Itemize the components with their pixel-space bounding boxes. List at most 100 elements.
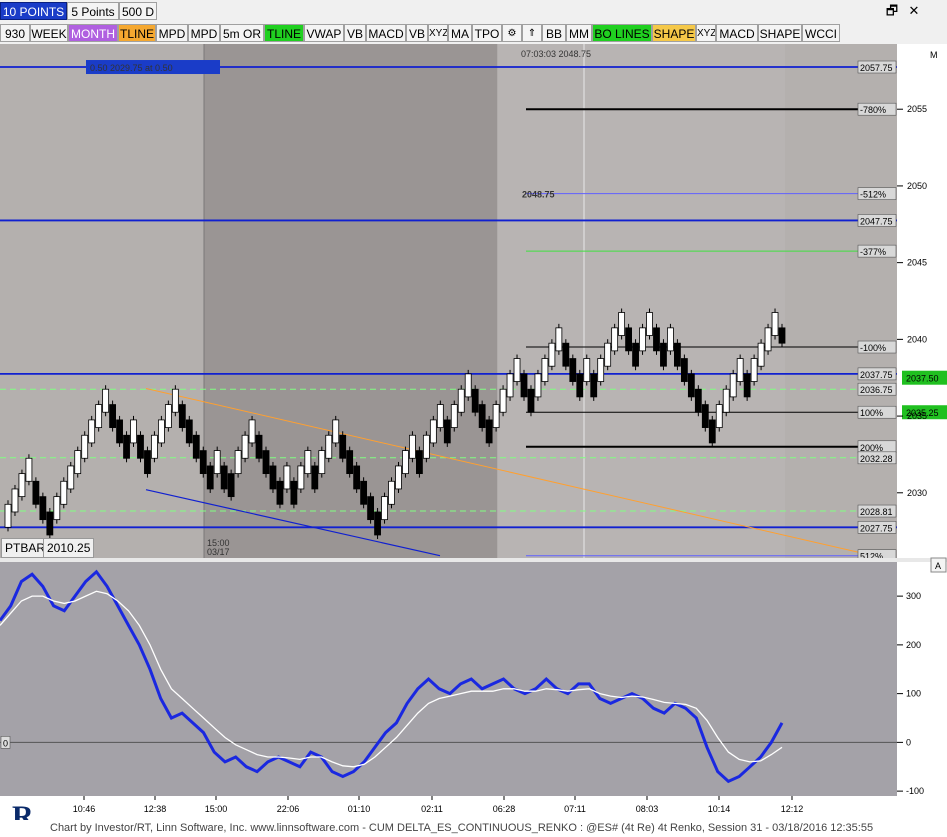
study-button-xyz-12[interactable]: XYZ <box>428 24 448 42</box>
candle-72 <box>506 373 514 398</box>
candle-56 <box>395 465 402 490</box>
study-button-macd-10[interactable]: MACD <box>366 24 406 42</box>
restore-window-icon[interactable]: 🗗 <box>884 3 900 19</box>
study-button-mpd-5[interactable]: MPD <box>188 24 220 42</box>
price-tag-6: 2037.75 <box>860 370 893 380</box>
study-button-vb-9[interactable]: VB <box>344 24 366 42</box>
candle-48 <box>339 434 347 459</box>
candle-111 <box>778 327 786 344</box>
candle-74 <box>520 373 528 398</box>
study-button-tpo-14[interactable]: TPO <box>472 24 502 42</box>
time-tick-label-4: 01:10 <box>348 804 371 814</box>
candle-40 <box>283 465 291 490</box>
candle-18 <box>130 419 137 444</box>
candle-65 <box>457 388 465 413</box>
candle-35 <box>248 419 256 444</box>
study-button-5m-or-6[interactable]: 5m OR <box>220 24 264 42</box>
candle-27 <box>192 434 200 459</box>
candle-13 <box>95 404 103 428</box>
candle-25 <box>178 404 186 428</box>
study-button---15[interactable]: ⚙ <box>502 24 522 42</box>
candle-93 <box>653 327 660 352</box>
study-button-mm-18[interactable]: MM <box>566 24 592 42</box>
candle-92 <box>646 312 653 336</box>
candle-66 <box>464 373 472 398</box>
timeframe-button-500-d-2[interactable]: 500 D <box>119 2 157 20</box>
candle-45 <box>318 450 326 475</box>
study-button-ma-13[interactable]: MA <box>448 24 472 42</box>
candle-85 <box>597 358 605 382</box>
candle-91 <box>639 327 646 352</box>
candle-10 <box>74 450 82 475</box>
study-button-tline-3[interactable]: TLINE <box>118 24 156 42</box>
price-tag-7: 2036.75 <box>860 385 893 395</box>
study-button---16[interactable]: ⇑ <box>522 24 542 42</box>
study-button-tline-7[interactable]: TLINE <box>264 24 304 42</box>
price-tick-label-3: 2045 <box>907 258 927 268</box>
candle-107 <box>750 358 758 382</box>
candle-59 <box>416 450 423 475</box>
price-tag-11: 2028.81 <box>860 507 893 517</box>
candle-87 <box>611 327 619 352</box>
candle-42 <box>297 465 305 490</box>
price-tag-2: -512% <box>860 190 886 200</box>
price-tick-label-5: 2055 <box>907 104 927 114</box>
candle-2 <box>18 473 26 498</box>
osc-panel-label: A <box>935 561 941 571</box>
close-window-icon[interactable]: ✕ <box>906 3 922 19</box>
study-button-930-0[interactable]: 930 <box>0 24 30 42</box>
candle-34 <box>241 434 249 459</box>
candle-89 <box>625 327 632 352</box>
study-button-bb-17[interactable]: BB <box>542 24 566 42</box>
candle-49 <box>346 450 354 475</box>
price-tag-4: -377% <box>860 247 886 257</box>
price-tag-3: 2047.75 <box>860 216 893 226</box>
candle-109 <box>764 327 772 352</box>
candle-108 <box>757 342 765 367</box>
candle-90 <box>632 342 639 367</box>
candle-106 <box>743 373 751 398</box>
candle-3 <box>25 457 33 482</box>
candle-78 <box>548 342 556 367</box>
timeframe-button-10-points-0[interactable]: 10 POINTS <box>0 2 67 20</box>
candle-73 <box>513 358 521 382</box>
crosshair-label: 07:03:03 2048.75 <box>521 49 591 59</box>
timeframe-button-5-points-1[interactable]: 5 Points <box>67 2 119 20</box>
candle-20 <box>144 450 151 475</box>
oscillator-pane-background[interactable] <box>0 562 897 796</box>
study-button-week-1[interactable]: WEEK <box>30 24 68 42</box>
candle-14 <box>102 388 110 413</box>
candle-57 <box>402 450 409 475</box>
candle-94 <box>660 342 667 367</box>
candle-33 <box>234 450 242 475</box>
candle-70 <box>492 404 500 428</box>
study-button-shape-23[interactable]: SHAPE <box>758 24 802 42</box>
study-button-mpd-4[interactable]: MPD <box>156 24 188 42</box>
time-tick-label-5: 02:11 <box>421 804 443 814</box>
price-tag-9: 200% <box>860 443 883 453</box>
chart-area[interactable]: 0.50 2029.75 at 0.50 07:03:03 2048.75 2048… <box>0 44 947 820</box>
study-button-wcci-24[interactable]: WCCI <box>802 24 840 42</box>
study-button-vb-11[interactable]: VB <box>406 24 428 42</box>
osc-tick-label-3: 200 <box>906 640 921 650</box>
study-button-xyz-21[interactable]: XYZ <box>696 24 716 42</box>
candle-61 <box>429 419 437 444</box>
price-pane-menu-label: M <box>930 50 938 60</box>
time-tick-label-7: 07:11 <box>564 804 586 814</box>
osc-tick-label-1: 0 <box>906 737 911 747</box>
price-tick-label-2: 2040 <box>907 334 927 344</box>
time-tick-label-8: 08:03 <box>636 804 659 814</box>
study-button-month-2[interactable]: MONTH <box>68 24 118 42</box>
candle-64 <box>450 404 458 428</box>
candle-104 <box>729 373 737 398</box>
pane-separator[interactable] <box>0 558 947 562</box>
study-button-vwap-8[interactable]: VWAP <box>304 24 344 42</box>
study-button-shape-20[interactable]: SHAPE <box>652 24 696 42</box>
candle-76 <box>534 373 542 398</box>
study-button-bo-lines-19[interactable]: BO LINES <box>592 24 652 42</box>
candle-12 <box>88 419 96 444</box>
oscillator-axis-background <box>897 562 947 796</box>
candle-83 <box>583 358 591 382</box>
study-button-macd-22[interactable]: MACD <box>716 24 758 42</box>
time-tick-label-10: 12:12 <box>781 804 804 814</box>
